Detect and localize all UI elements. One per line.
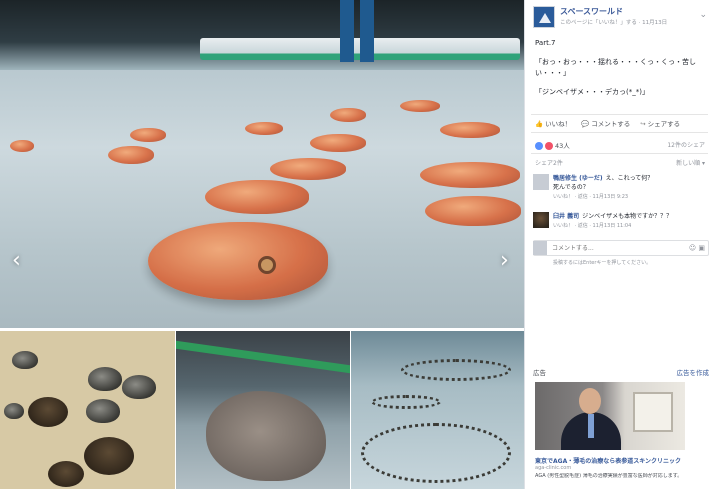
like-label: いいね！ bbox=[545, 120, 572, 128]
avatar[interactable] bbox=[533, 212, 549, 228]
crab bbox=[28, 397, 68, 427]
comment-text: 死んでるの？ bbox=[553, 184, 589, 191]
frozen-fish bbox=[108, 146, 154, 164]
avatar bbox=[533, 241, 547, 255]
crab bbox=[48, 461, 84, 487]
ad-label: 広告 bbox=[533, 369, 546, 377]
page-logo[interactable] bbox=[533, 6, 555, 28]
like-button[interactable]: 👍 いいね！ bbox=[535, 118, 571, 128]
frozen-fish bbox=[425, 196, 521, 226]
post-paragraph: Part.7 bbox=[535, 39, 556, 47]
ad-title[interactable]: 東京でAGA・薄毛の治療なら表参道スキンクリニック bbox=[535, 456, 681, 465]
skater-leg bbox=[340, 0, 354, 62]
main-photo[interactable]: ‹ › bbox=[0, 0, 524, 328]
frozen-fish bbox=[245, 122, 283, 135]
divider bbox=[531, 132, 708, 133]
fish-school bbox=[361, 423, 511, 483]
shellfish bbox=[12, 351, 38, 369]
share-icon: ↪ bbox=[640, 120, 646, 128]
post-meta: このページに「いいね！」する · 11月13日 bbox=[560, 20, 668, 26]
ad-image[interactable] bbox=[535, 382, 685, 450]
comment-composer: ☺ ▣ bbox=[533, 240, 709, 256]
crab bbox=[84, 437, 134, 475]
commenter-name[interactable]: 臼井 義司 bbox=[553, 213, 579, 220]
rink-rail bbox=[176, 340, 350, 374]
thumbnail-fish-school[interactable] bbox=[351, 328, 524, 489]
thumbnail-shellfish[interactable] bbox=[0, 328, 175, 489]
ad-header: 広告 広告を作成 bbox=[533, 367, 709, 377]
post-paragraph: 「おっ・おっ・・・揺れる・・・くっ・くっ・苦しい・・・」 bbox=[535, 58, 696, 77]
ad-certificate bbox=[633, 392, 673, 432]
commenter-name[interactable]: 鴨居修生 (ゆーだ) bbox=[553, 175, 603, 182]
shellfish bbox=[86, 399, 120, 423]
comment-text: ジンベイザメも本物ですか？？？ bbox=[582, 213, 673, 220]
fish-school bbox=[401, 359, 511, 381]
ad-person-tie bbox=[588, 414, 594, 438]
frozen-fish bbox=[10, 140, 34, 152]
comment-icon: 💬 bbox=[581, 120, 590, 128]
page-name[interactable]: スペースワールド bbox=[560, 6, 623, 17]
shellfish bbox=[4, 403, 24, 419]
frozen-fish bbox=[270, 158, 346, 180]
frozen-fish-closeup bbox=[148, 222, 328, 300]
comment-label: コメントする bbox=[591, 120, 631, 128]
comment-meta[interactable]: いいね！ · 返信 · 11月13日 11:04 bbox=[553, 223, 631, 229]
next-arrow-icon[interactable]: › bbox=[500, 248, 509, 273]
divider bbox=[531, 153, 708, 154]
frozen-fish bbox=[420, 162, 520, 188]
frozen-fish bbox=[330, 108, 366, 122]
post-panel: スペースワールド このページに「いいね！」する · 11月13日 ⌄ Part.… bbox=[524, 0, 713, 489]
avatar[interactable] bbox=[533, 174, 549, 190]
comment-input[interactable] bbox=[552, 243, 672, 253]
post-paragraph: 「ジンベイザメ・・・デカっ(*_*)」 bbox=[535, 88, 649, 96]
create-ad-link[interactable]: 広告を作成 bbox=[677, 367, 710, 377]
ad-person-head bbox=[579, 388, 601, 414]
prev-arrow-icon[interactable]: ‹ bbox=[12, 248, 21, 273]
frozen-fish bbox=[310, 134, 366, 152]
thumbs-up-icon: 👍 bbox=[535, 120, 544, 128]
fish-eye bbox=[258, 256, 276, 274]
comment-body: 臼井 義司 ジンベイザメも本物ですか？？？ いいね！ · 返信 · 11月13日 … bbox=[553, 212, 711, 231]
chevron-down-icon[interactable]: ⌄ bbox=[699, 10, 707, 20]
comment-meta[interactable]: いいね！ · 返信 · 11月13日 9:23 bbox=[553, 194, 628, 200]
reactions-summary[interactable]: 43人 bbox=[535, 140, 570, 150]
enter-hint: 投稿するにはEnterキーを押してください。 bbox=[553, 260, 652, 266]
divider bbox=[531, 114, 708, 115]
shellfish bbox=[88, 367, 122, 391]
frozen-fish bbox=[400, 100, 440, 112]
ad-description: AGA (男性型脱毛症) 薄毛の治療実績が豊富な医師が対応します。 bbox=[535, 473, 683, 479]
shellfish bbox=[122, 375, 156, 399]
frozen-fish bbox=[440, 122, 500, 138]
fish-school bbox=[371, 395, 441, 409]
reactions-count: 43人 bbox=[555, 142, 570, 150]
frozen-fish bbox=[130, 128, 166, 142]
share-label: シェアする bbox=[647, 120, 681, 128]
ad-site[interactable]: aga-clinic.com bbox=[535, 465, 571, 471]
comment-body: 鴨居修生 (ゆーだ) え、これって何？ 死んでるの？ いいね！ · 返信 · 11… bbox=[553, 174, 711, 202]
comment-button[interactable]: 💬 コメントする bbox=[581, 118, 630, 128]
comment-order-dropdown[interactable]: 新しい順 ▾ bbox=[676, 158, 705, 167]
love-reaction-icon bbox=[545, 142, 553, 150]
post-actions: 👍 いいね！ 💬 コメントする ↪ シェアする bbox=[535, 118, 710, 128]
frozen-fish bbox=[205, 180, 309, 214]
whale-shark bbox=[206, 391, 326, 481]
comment-text: え、これって何？ bbox=[605, 175, 654, 182]
like-reaction-icon bbox=[535, 142, 543, 150]
rink-wall bbox=[0, 0, 524, 70]
emoji-photo-icon[interactable]: ☺ ▣ bbox=[689, 244, 705, 252]
shares-count[interactable]: 12件のシェア bbox=[667, 140, 705, 149]
share-button[interactable]: ↪ シェアする bbox=[640, 118, 680, 128]
skater-leg bbox=[360, 0, 374, 62]
post-body: Part.7 「おっ・おっ・・・揺れる・・・くっ・くっ・苦しい・・・」 「ジンベ… bbox=[525, 34, 713, 110]
thumbnail-whale-shark[interactable] bbox=[176, 328, 350, 489]
post-header: スペースワールド このページに「いいね！」する · 11月13日 ⌄ bbox=[525, 0, 713, 34]
shares-link[interactable]: シェア2件 bbox=[535, 158, 563, 167]
